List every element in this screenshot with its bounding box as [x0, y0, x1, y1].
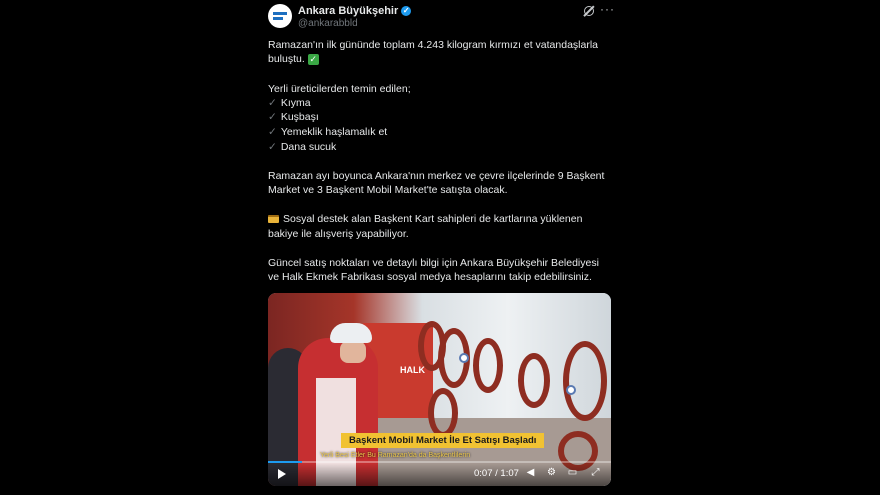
- check-icon: ✓: [268, 141, 277, 153]
- avatar[interactable]: [268, 4, 292, 28]
- grok-icon[interactable]: [584, 6, 594, 16]
- video-caption-title: Başkent Mobil Market İle Et Satışı Başla…: [341, 433, 545, 448]
- sausage: [428, 388, 458, 438]
- video-time: 0:07 / 1:07: [474, 468, 519, 479]
- more-icon[interactable]: ···: [600, 2, 615, 16]
- face: [340, 341, 366, 363]
- sausage: [518, 353, 550, 408]
- video-caption-subtitle: Yerli Besi Etler Bu Ramazan'da da Başken…: [320, 452, 471, 459]
- list-item: ✓ Kıyma: [268, 97, 311, 109]
- check-mark-icon: ✓: [307, 53, 319, 65]
- author-name[interactable]: Ankara Büyükşehir ✓: [298, 5, 412, 17]
- sausage-label: [459, 353, 469, 363]
- author-handle[interactable]: @ankarabbld: [298, 18, 358, 29]
- fullscreen-icon[interactable]: ⤢: [590, 467, 601, 478]
- video-controls: 0:07 / 1:07 ◀ ⚙ ▭ ⤢: [268, 463, 611, 486]
- banner-text: HALK: [400, 365, 425, 375]
- check-icon: ✓: [268, 97, 277, 109]
- verified-badge-icon: ✓: [401, 6, 412, 17]
- sausage: [473, 338, 503, 393]
- tweet-text-line: Ramazan ayı boyunca Ankara'nın merkez ve…: [268, 170, 605, 182]
- play-icon[interactable]: [278, 469, 286, 479]
- video-progress-bar[interactable]: [268, 461, 611, 463]
- tweet-text-line: buluştu. ✓: [268, 53, 319, 65]
- tweet-text-line: Güncel satış noktaları ve detaylı bilgi …: [268, 257, 599, 269]
- credit-card-icon: [268, 215, 279, 224]
- sausage-label: [566, 385, 576, 395]
- hairnet: [330, 323, 372, 343]
- tweet-text-line: Ramazan'ın ilk gününde toplam 4.243 kilo…: [268, 39, 599, 51]
- sausage: [563, 341, 607, 421]
- tweet-text-line: bakiye ile alışveriş yapabiliyor.: [268, 228, 409, 240]
- list-item: ✓ Yemeklik haşlamalık et: [268, 126, 388, 138]
- volume-icon[interactable]: ◀: [525, 467, 536, 478]
- list-item: ✓ Dana sucuk: [268, 141, 337, 153]
- tweet-text-line: Market ve 3 Başkent Mobil Market'te satı…: [268, 184, 508, 196]
- tweet-text-line: Yerli üreticilerden temin edilen;: [268, 83, 411, 95]
- list-item: ✓ Kuşbaşı: [268, 111, 319, 123]
- video-player[interactable]: HALK Başkent Mobil Market İle Et Satışı …: [268, 293, 611, 486]
- settings-icon[interactable]: ⚙: [546, 467, 557, 478]
- video-progress-fill: [268, 461, 303, 463]
- cc-icon[interactable]: ▭: [567, 467, 578, 478]
- tweet-text-line: Sosyal destek alan Başkent Kart sahipler…: [268, 212, 582, 227]
- tweet-text-line: ve Halk Ekmek Fabrikası sosyal medya hes…: [268, 271, 592, 283]
- check-icon: ✓: [268, 111, 277, 123]
- check-icon: ✓: [268, 126, 277, 138]
